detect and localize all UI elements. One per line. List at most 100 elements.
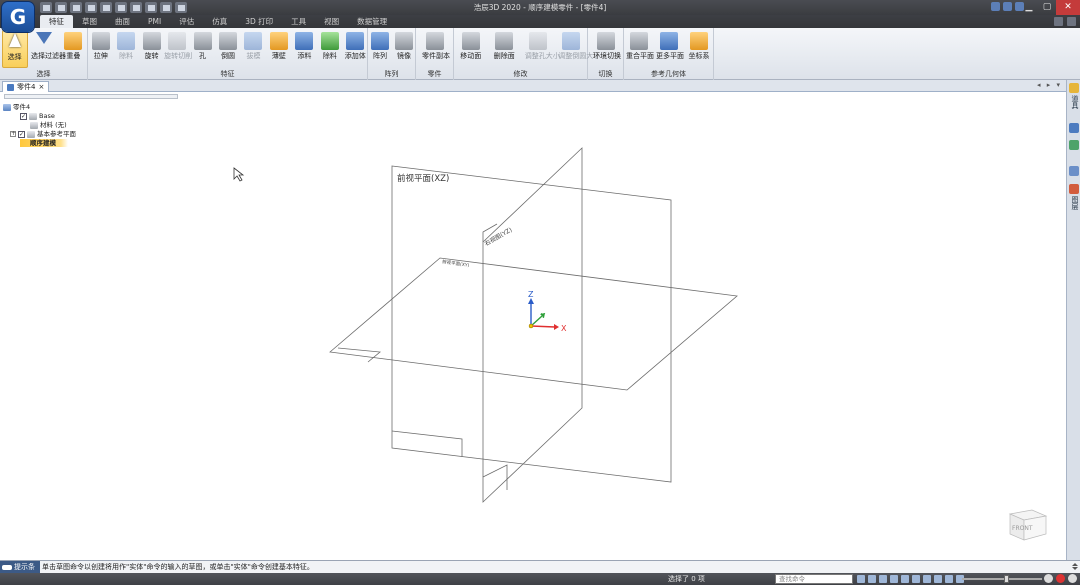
front-plane-handle[interactable] bbox=[391, 430, 463, 457]
cut-button[interactable]: 除料 bbox=[113, 30, 139, 68]
sketch-view-icon[interactable] bbox=[912, 575, 920, 583]
ribbon-minimize-controls bbox=[1054, 17, 1076, 26]
mirror-button[interactable]: 镜像 bbox=[391, 30, 417, 68]
ribbon-tab[interactable]: 草图 bbox=[73, 15, 106, 28]
maximize-button[interactable]: ▢ bbox=[1038, 0, 1056, 15]
prompt-scroll[interactable] bbox=[1072, 563, 1078, 570]
zoom-slider[interactable] bbox=[962, 578, 1042, 580]
ribbon-tab[interactable]: PMI bbox=[139, 15, 170, 28]
extrude-icon bbox=[91, 32, 110, 50]
cursor-button[interactable]: 选择 bbox=[1, 30, 28, 68]
origin-point[interactable] bbox=[528, 323, 534, 329]
zoom-in-icon[interactable] bbox=[1068, 574, 1077, 583]
more-planes-button[interactable]: 更多平面 bbox=[656, 30, 684, 68]
document-tab[interactable]: 零件4 × bbox=[2, 81, 50, 92]
coincident-plane-button[interactable]: 重合平面 bbox=[626, 30, 654, 68]
expand-icon[interactable]: + bbox=[10, 131, 16, 137]
draft-icon bbox=[244, 32, 263, 50]
round-button[interactable]: 倒圆 bbox=[215, 30, 241, 68]
ribbon-tab[interactable]: 特征 bbox=[40, 15, 73, 28]
docking-tab-layers[interactable]: 图层 bbox=[1068, 196, 1080, 210]
graphics-window[interactable]: 前视平面(XZ) 右视图(YZ) 俯视平面(XY) Z X Y 零件4 ✓ Ba… bbox=[0, 92, 1066, 560]
ribbon-tab[interactable]: 工具 bbox=[282, 15, 315, 28]
ribbon-collapse-icon[interactable] bbox=[1054, 17, 1063, 26]
app-logo[interactable]: G bbox=[2, 2, 34, 32]
reference-planes-view[interactable]: 前视平面(XZ) 右视图(YZ) 俯视平面(XY) Z X Y bbox=[0, 92, 1066, 560]
resize-hole-button[interactable]: 调整孔大小 bbox=[525, 30, 560, 68]
scroll-down-icon[interactable] bbox=[1072, 567, 1078, 570]
resize-round-button[interactable]: 调整倒圆大小 bbox=[558, 30, 600, 68]
tree-item-ref-planes[interactable]: + ✓ 基本参考平面 bbox=[10, 130, 76, 138]
tree-root[interactable]: 零件4 bbox=[3, 103, 30, 111]
tree-item-sequential-modeling[interactable]: 顺序建模 bbox=[20, 139, 68, 147]
add-material-button[interactable]: 添料 bbox=[291, 30, 317, 68]
tree-item-material[interactable]: 材料 (无) bbox=[30, 121, 67, 129]
thin-wall-button[interactable]: 薄壁 bbox=[266, 30, 292, 68]
more-planes-icon bbox=[660, 32, 678, 50]
zoom-out-icon[interactable] bbox=[1044, 574, 1053, 583]
prompt-bar: 提示条 单击草图命令以创建将用作"实体"命令的输入的草图，或单击"实体"命令创建… bbox=[0, 560, 1080, 574]
delete-face-icon bbox=[495, 32, 514, 50]
overlap-button[interactable]: 重叠 bbox=[60, 30, 86, 68]
ribbon-help-icon[interactable] bbox=[1067, 17, 1076, 26]
add-body-button[interactable]: 添加体 bbox=[342, 30, 368, 68]
checkbox-checked-icon[interactable]: ✓ bbox=[18, 130, 25, 138]
layers-icon[interactable] bbox=[1069, 184, 1079, 194]
zoom-icon[interactable] bbox=[879, 575, 887, 583]
view-cube[interactable]: FRONT bbox=[1002, 500, 1050, 542]
round-icon bbox=[219, 32, 237, 50]
properties-icon[interactable] bbox=[1069, 83, 1079, 93]
top-plane-handle[interactable] bbox=[337, 347, 381, 363]
layout-icon[interactable] bbox=[991, 2, 1000, 11]
draft-button[interactable]: 拔模 bbox=[240, 30, 266, 68]
revolve-button[interactable]: 旋转 bbox=[139, 30, 165, 68]
zoom-slider-handle[interactable] bbox=[1004, 575, 1009, 583]
named-views-icon[interactable] bbox=[945, 575, 953, 583]
part-copy-button[interactable]: 零件副本 bbox=[422, 30, 450, 68]
ribbon-tab[interactable]: 评估 bbox=[170, 15, 203, 28]
revolve-cut-icon bbox=[168, 32, 187, 50]
move-face-button[interactable]: 移动面 bbox=[458, 30, 484, 68]
checkbox-checked-icon[interactable]: ✓ bbox=[20, 112, 27, 120]
right-plane-handle[interactable] bbox=[482, 464, 508, 490]
add-body-icon bbox=[346, 32, 365, 50]
rotate-icon[interactable] bbox=[901, 575, 909, 583]
scroll-up-icon[interactable] bbox=[1072, 563, 1078, 566]
tree-item-base[interactable]: ✓ Base bbox=[20, 112, 55, 120]
fit-icon[interactable] bbox=[890, 575, 898, 583]
stop-icon[interactable] bbox=[1056, 574, 1065, 583]
filter-button[interactable]: 选择过滤器 bbox=[31, 30, 66, 68]
pathfinder-search-bar[interactable] bbox=[4, 94, 178, 99]
filter-icon bbox=[35, 32, 53, 50]
close-button[interactable]: ✕ bbox=[1056, 0, 1080, 15]
command-search-input[interactable]: 查找命令 bbox=[775, 574, 853, 584]
hole-icon bbox=[193, 32, 212, 50]
coord-system-button[interactable]: 坐标系 bbox=[686, 30, 712, 68]
env-switch-button[interactable]: 环境切换 bbox=[593, 30, 621, 68]
pan-icon[interactable] bbox=[857, 575, 865, 583]
document-nav[interactable]: ◂ ▸ ▾ bbox=[1037, 81, 1062, 89]
ribbon-tab[interactable]: 视图 bbox=[315, 15, 348, 28]
window-tile-icon[interactable] bbox=[1003, 2, 1012, 11]
revolve-cut-button[interactable]: 旋转切削 bbox=[164, 30, 192, 68]
shaded-icon[interactable] bbox=[923, 575, 931, 583]
docking-tab-properties[interactable]: 道具 bbox=[1068, 95, 1080, 109]
zoom-area-icon[interactable] bbox=[868, 575, 876, 583]
ribbon-button-label: 倒圆 bbox=[221, 52, 235, 60]
ribbon-group-features: 拉伸 除料 旋转 旋转切削孔倒圆 拔模 薄壁 添料 除料 添加体 特征 bbox=[88, 28, 368, 80]
pattern-button[interactable]: 阵列 bbox=[367, 30, 393, 68]
extrude-button[interactable]: 拉伸 bbox=[88, 30, 114, 68]
ribbon-tab[interactable]: 仿真 bbox=[203, 15, 236, 28]
delete-face-button[interactable]: 删除面 bbox=[491, 30, 517, 68]
ribbon-tab[interactable]: 数据管理 bbox=[348, 15, 396, 28]
minimize-button[interactable]: ▁ bbox=[1020, 0, 1038, 15]
ribbon-tab[interactable]: 曲面 bbox=[106, 15, 139, 28]
document-tab-close[interactable]: × bbox=[38, 82, 44, 92]
family-icon[interactable] bbox=[1069, 166, 1079, 176]
hole-button[interactable]: 孔 bbox=[190, 30, 216, 68]
library-icon[interactable] bbox=[1069, 140, 1079, 150]
ribbon-tab[interactable]: 3D 打印 bbox=[236, 15, 282, 28]
pathfinder-panel-icon[interactable] bbox=[1069, 123, 1079, 133]
remove-material-button[interactable]: 除料 bbox=[317, 30, 343, 68]
visible-edges-icon[interactable] bbox=[934, 575, 942, 583]
